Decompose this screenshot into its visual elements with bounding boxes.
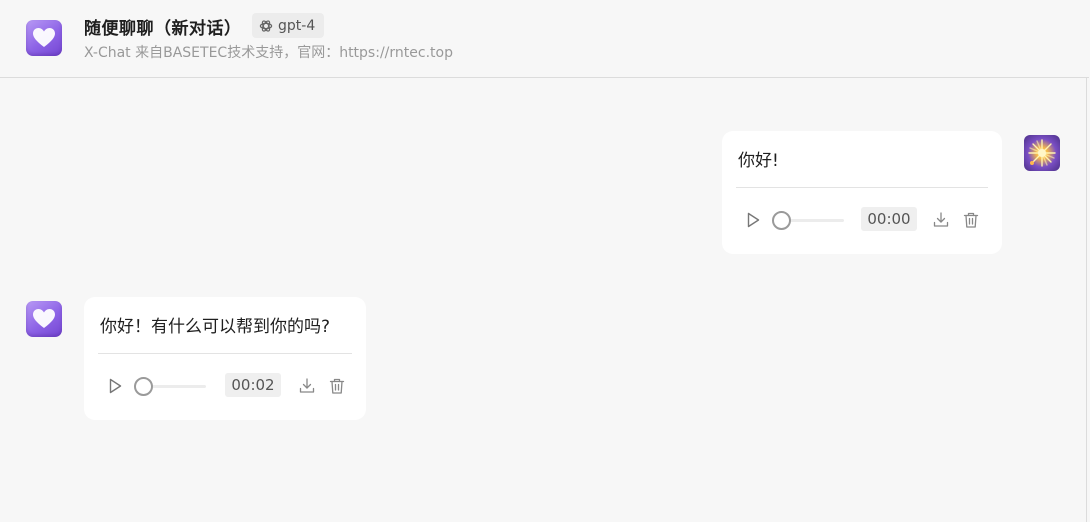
play-icon[interactable]: [744, 211, 762, 229]
trash-icon[interactable]: [328, 377, 346, 395]
openai-icon: [259, 19, 273, 32]
user-avatar: [1024, 135, 1060, 171]
play-icon[interactable]: [106, 377, 124, 395]
audio-player: 00:02: [84, 371, 366, 401]
audio-progress-knob[interactable]: [134, 377, 153, 396]
sparkle-icon: [1028, 139, 1056, 167]
message-text: 你好！有什么可以帮到你的吗?: [100, 317, 331, 337]
download-icon[interactable]: [932, 211, 950, 229]
chat-subtitle: X-Chat 来自BASETEC技术支持，官网：https://rntec.to…: [84, 45, 453, 61]
chat-header: 随便聊聊（新对话） gpt-4 X-Chat 来自BASETEC技术支持，官网：…: [0, 0, 1089, 78]
model-badge[interactable]: gpt-4: [252, 13, 325, 38]
chat-title: 随便聊聊（新对话）: [84, 19, 242, 39]
model-name: gpt-4: [278, 17, 316, 34]
message-divider: [736, 187, 988, 188]
message-text: 你好!: [738, 151, 779, 171]
audio-progress-track[interactable]: [772, 211, 844, 230]
assistant-avatar: [26, 301, 62, 337]
scrollbar-track[interactable]: [1086, 77, 1087, 522]
app-heart-icon: [26, 20, 62, 56]
trash-icon[interactable]: [962, 211, 980, 229]
audio-time: 00:00: [861, 207, 917, 231]
audio-player: 00:00: [722, 205, 1002, 235]
user-message-bubble: 你好! 00:00: [722, 131, 1002, 254]
audio-time: 00:02: [225, 373, 281, 397]
message-divider: [98, 353, 352, 354]
assistant-message-bubble: 你好！有什么可以帮到你的吗? 00:02: [84, 297, 366, 420]
download-icon[interactable]: [298, 377, 316, 395]
audio-progress-track[interactable]: [134, 377, 206, 396]
heart-icon: [33, 309, 55, 328]
audio-progress-knob[interactable]: [772, 211, 791, 230]
